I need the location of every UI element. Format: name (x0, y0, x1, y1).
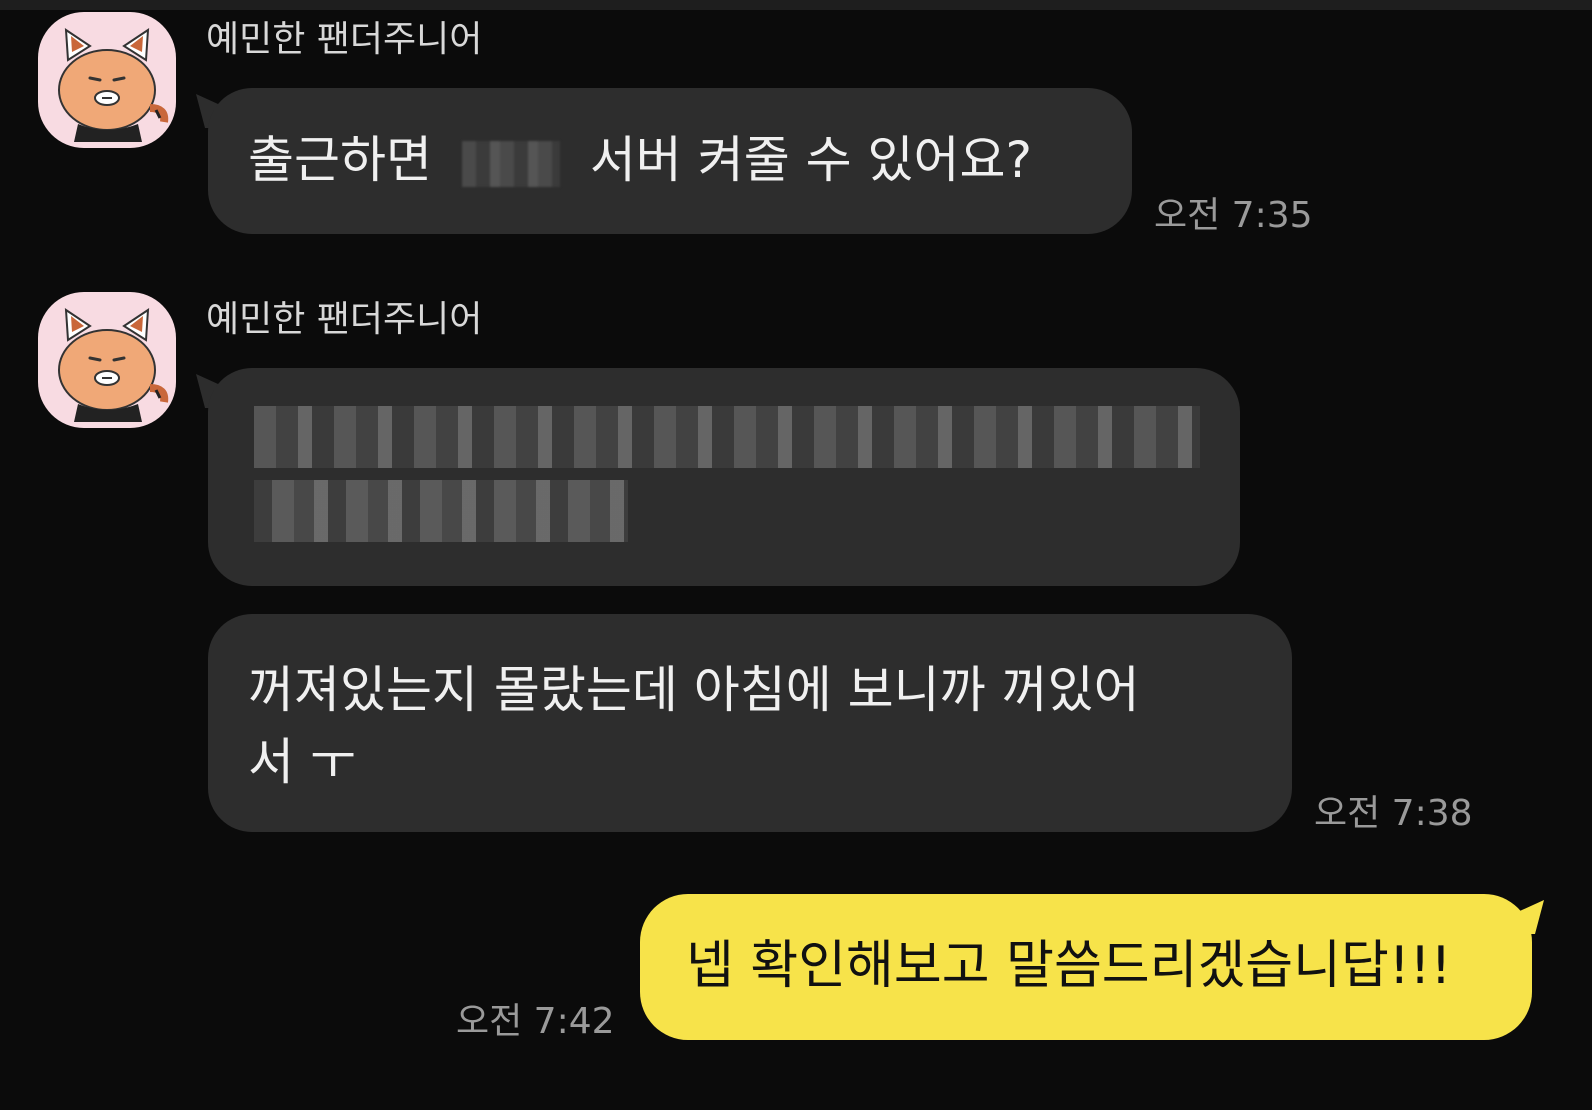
panda-avatar-icon (58, 308, 169, 422)
message-timestamp: 오전 7:35 (1154, 195, 1313, 236)
panda-avatar-icon (58, 28, 169, 142)
message-bubble-blurred[interactable] (208, 368, 1240, 586)
my-message-bubble[interactable]: 넵 확인해보고 말씀드리겠습니답!!! (640, 894, 1532, 1040)
blurred-text-line (254, 406, 1200, 468)
avatar[interactable] (38, 292, 176, 428)
message-text: 서버 켜줄 수 있어요? (589, 131, 1033, 189)
avatar[interactable] (38, 12, 176, 148)
message-text-line: 서 ㅜ (248, 733, 356, 791)
top-edge-bar (0, 0, 1592, 10)
sender-name: 예민한 팬더주니어 (206, 299, 483, 340)
sender-name: 예민한 팬더주니어 (206, 19, 483, 60)
my-message-text: 넵 확인해보고 말씀드리겠습니답!!! (686, 936, 1452, 996)
bubble-tail (1514, 900, 1544, 934)
message-text-line: 꺼져있는지 몰랐는데 아침에 보니까 꺼있어 (248, 661, 1140, 719)
message-timestamp: 오전 7:42 (456, 1001, 615, 1042)
blurred-text-line (254, 480, 628, 542)
message-bubble[interactable]: 꺼져있는지 몰랐는데 아침에 보니까 꺼있어 서 ㅜ (208, 614, 1292, 832)
message-timestamp: 오전 7:38 (1314, 793, 1473, 834)
message-bubble[interactable]: 출근하면 서버 켜줄 수 있어요? (208, 88, 1132, 234)
blurred-word (461, 140, 560, 187)
message-text: 출근하면 (248, 131, 432, 189)
